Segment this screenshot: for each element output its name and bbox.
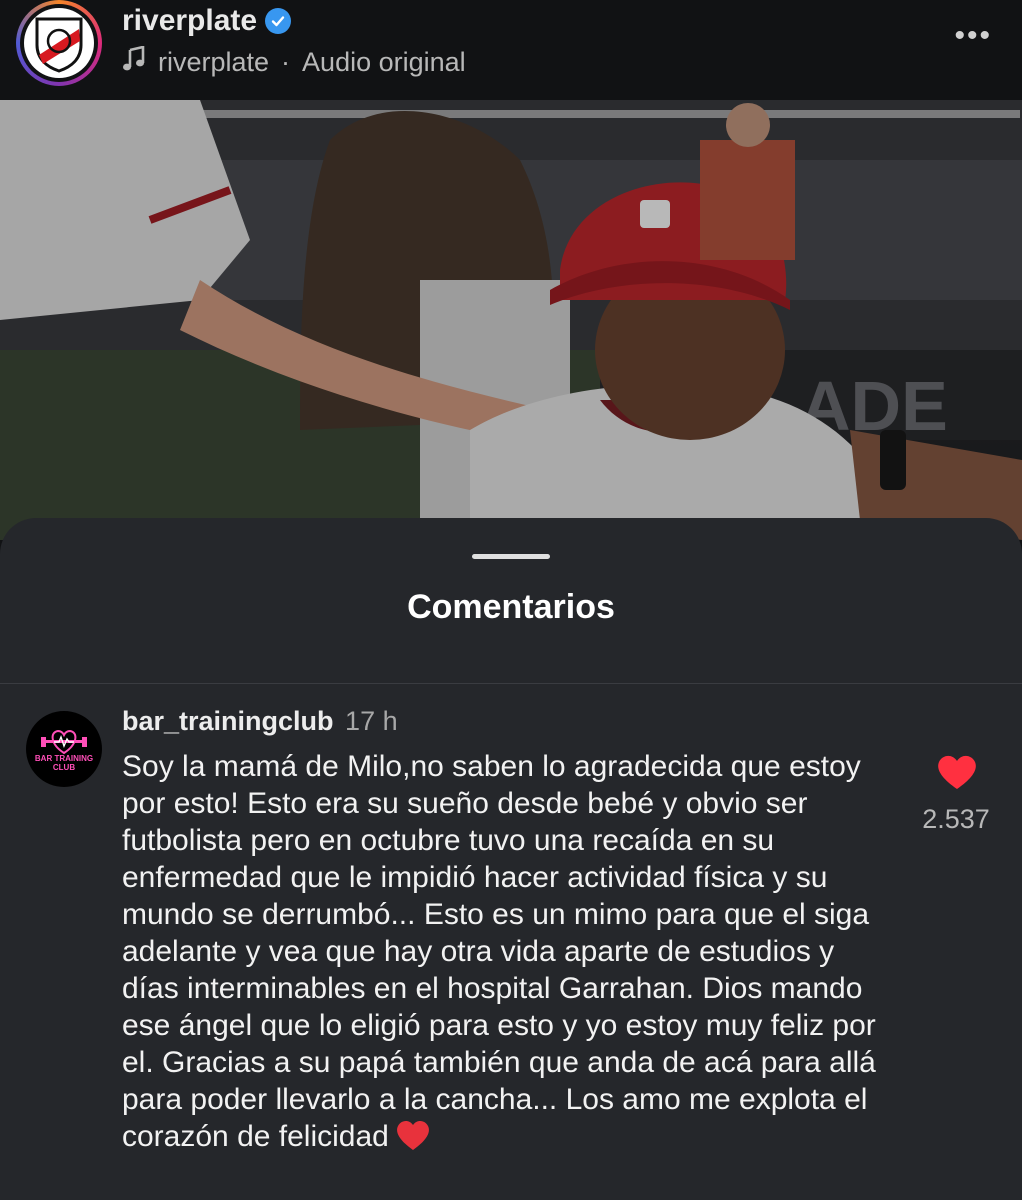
username-text[interactable]: riverplate — [122, 4, 257, 38]
account-name[interactable]: riverplate — [122, 4, 292, 38]
comment-timestamp: 17 h — [345, 706, 398, 736]
profile-avatar[interactable] — [16, 0, 102, 86]
comment-header: bar_trainingclub 17 h — [122, 706, 398, 737]
more-options-icon[interactable]: ••• — [954, 21, 992, 51]
commenter-username[interactable]: bar_trainingclub — [122, 706, 334, 736]
audio-owner[interactable]: riverplate — [158, 47, 269, 78]
audio-label[interactable]: Audio original — [302, 47, 466, 78]
sheet-drag-handle[interactable] — [472, 554, 550, 559]
verified-badge-icon — [265, 8, 292, 34]
reel-header: riverplate riverplate · Audio original •… — [0, 0, 1022, 100]
comment-text: Soy la mamá de Milo,no saben lo agradeci… — [122, 750, 876, 1153]
avatar-border — [20, 4, 98, 82]
like-heart-icon[interactable] — [936, 752, 978, 792]
reel-video-frame[interactable]: ADE — [0, 100, 1022, 540]
divider — [0, 683, 1022, 684]
audio-info[interactable]: riverplate · Audio original — [122, 45, 466, 79]
stadium-photo: ADE — [0, 100, 1022, 540]
comments-sheet: Comentarios BAR TRAINING CLUB bar_traini… — [0, 518, 1022, 1200]
music-note-icon — [122, 45, 146, 79]
avatar-logo-text: BAR TRAINING CLUB — [34, 754, 94, 772]
audio-separator: · — [281, 47, 291, 77]
commenter-avatar[interactable]: BAR TRAINING CLUB — [26, 711, 102, 787]
like-count: 2.537 — [922, 804, 990, 834]
sheet-title: Comentarios — [407, 588, 615, 626]
heart-dumbbell-logo-icon — [41, 729, 87, 755]
red-heart-emoji-icon — [395, 1118, 431, 1152]
comment-body: Soy la mamá de Milo,no saben lo agradeci… — [122, 748, 892, 1155]
river-plate-crest-icon — [24, 8, 94, 78]
